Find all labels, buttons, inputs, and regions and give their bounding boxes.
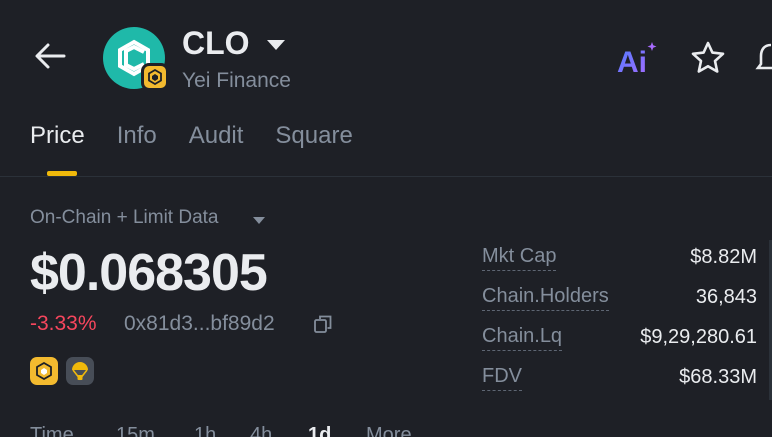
- stat-value-mkt-cap: $8.82M: [690, 246, 757, 268]
- interval-1h[interactable]: 1h: [194, 424, 250, 437]
- stat-value-liquidity: $9,29,280.61: [640, 326, 757, 348]
- project-name: Yei Finance: [182, 69, 291, 92]
- ai-button[interactable]: Ai: [615, 40, 661, 79]
- tab-audit[interactable]: Audit: [189, 122, 244, 150]
- chevron-down-icon[interactable]: [266, 38, 286, 50]
- interval-15m[interactable]: 15m: [116, 424, 194, 437]
- launchpad-icon[interactable]: [66, 357, 94, 385]
- stat-label-fdv[interactable]: FDV: [482, 365, 522, 391]
- stat-label-mkt-cap[interactable]: Mkt Cap: [482, 245, 557, 271]
- star-outline-icon: [691, 41, 725, 73]
- current-price: $0.068305: [30, 244, 268, 302]
- bnb-chain-icon: [141, 63, 169, 91]
- bell-icon: [755, 43, 772, 70]
- stat-value-holders: 36,843: [695, 286, 757, 308]
- interval-bar: Time 15m 1h 4h 1d More: [30, 424, 412, 437]
- stat-label-liquidity[interactable]: Chain.Lq: [482, 325, 563, 351]
- header-divider: [0, 176, 772, 177]
- stat-value-fdv: $68.33M: [679, 366, 757, 388]
- bnb-chain-icon[interactable]: [30, 357, 58, 385]
- tab-info[interactable]: Info: [117, 122, 157, 150]
- tab-price[interactable]: Price: [30, 122, 85, 150]
- back-button[interactable]: [30, 38, 70, 74]
- data-source-selector[interactable]: On-Chain + Limit Data: [30, 207, 219, 229]
- chevron-down-icon[interactable]: [252, 212, 266, 224]
- token-symbol[interactable]: CLO: [182, 25, 250, 62]
- interval-1d[interactable]: 1d: [308, 424, 366, 437]
- arrow-left-icon: [35, 43, 66, 69]
- interval-more[interactable]: More: [366, 424, 412, 437]
- copy-icon[interactable]: [313, 314, 333, 334]
- tab-square[interactable]: Square: [275, 122, 352, 150]
- price-change: -3.33%: [30, 312, 97, 335]
- interval-time[interactable]: Time: [30, 424, 116, 437]
- token-logo: [103, 27, 169, 93]
- stat-label-holders[interactable]: Chain.Holders: [482, 285, 609, 311]
- favorite-button[interactable]: [690, 40, 726, 76]
- contract-address[interactable]: 0x81d3...bf89d2: [124, 312, 275, 336]
- tab-bar: Price Info Audit Square: [30, 122, 385, 150]
- interval-4h[interactable]: 4h: [250, 424, 308, 437]
- notification-button[interactable]: [755, 40, 772, 76]
- ai-icon: Ai: [617, 42, 657, 79]
- svg-text:Ai: Ai: [617, 46, 647, 76]
